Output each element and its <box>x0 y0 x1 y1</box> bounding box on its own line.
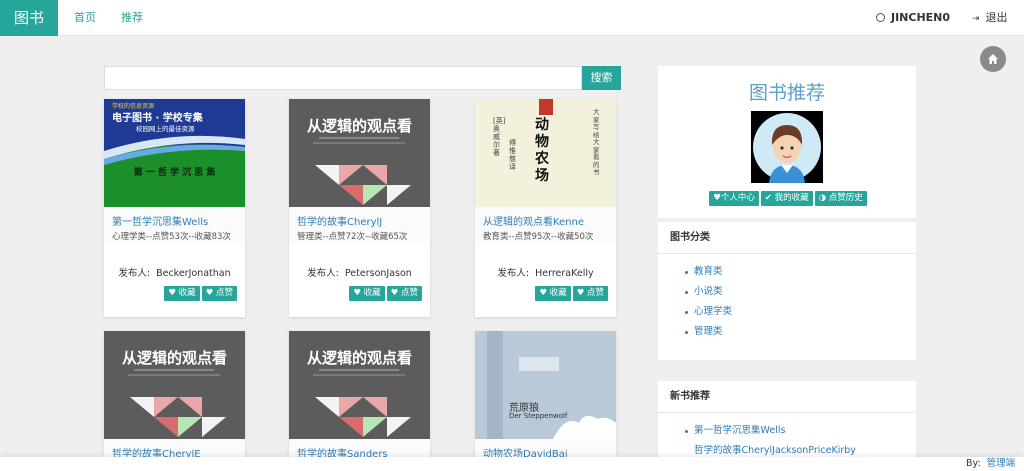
book-cover[interactable]: 从逻辑的观点看 <box>289 99 430 207</box>
book-info: 第一哲学沉思集Wells 心理学类--点赞53次--收藏83次 <box>104 207 245 242</box>
nav-home[interactable]: 首页 <box>74 0 96 36</box>
category-title: 图书分类 <box>658 222 916 254</box>
cover-band: 第 一 哲 学 沉 思 集 <box>133 168 216 178</box>
home-icon[interactable] <box>980 46 1006 72</box>
heart-icon: ♥ <box>539 288 547 298</box>
heart-icon: ♥ <box>390 288 399 298</box>
history-icon: ◑ <box>818 193 827 203</box>
book-info: 从逻辑的观点看Kenne 教育类--点赞95次--收藏50次 <box>475 207 616 242</box>
book-meta: 教育类--点赞95次--收藏50次 <box>483 232 594 242</box>
cover-title: 动物农场 <box>535 117 549 184</box>
book-card: 从逻辑的观点看 哲学的故事Sanders <box>289 331 430 471</box>
book-title[interactable]: 第一哲学沉思集Wells <box>112 213 237 228</box>
like-button[interactable]: ♥ 点赞 <box>386 286 422 301</box>
cover-author: [英] 奥威尔 著 <box>493 117 506 157</box>
user-menu[interactable]: JINCHEN0 <box>876 0 950 36</box>
heart-icon: ♥ <box>576 288 585 298</box>
logout-icon: ⇥ <box>972 14 980 24</box>
book-meta: 管理类--点赞72次--收藏65次 <box>297 232 408 242</box>
book-cover[interactable]: 从逻辑的观点看 <box>104 331 245 439</box>
category-list: 教育类 小说类 心理学类 管理类 <box>658 254 916 342</box>
recommend-title: 图书推荐 <box>748 82 825 104</box>
book-card: 从逻辑的观点看 哲学的故事CherylE <box>104 331 245 471</box>
book-card: 动物农场 [英] 奥威尔 著 傅惟慈 译 大家写给大家看的书 从逻辑的观点看Ke… <box>475 99 616 317</box>
username: JINCHEN0 <box>891 11 951 24</box>
profile-buttons: ♥个人中心 ✔ 我的收藏 ◑ 点赞历史 <box>658 189 916 206</box>
my-collection-button[interactable]: ✔ 我的收藏 <box>760 191 813 206</box>
admin-link[interactable]: 管理端 <box>987 458 1016 469</box>
book-publisher: 发布人: BeckerJonathan <box>118 268 231 279</box>
book-publisher: 发布人: HerreraKelly <box>497 268 594 279</box>
book-cover[interactable]: 动物农场 [英] 奥威尔 著 傅惟慈 译 大家写给大家看的书 <box>475 99 616 207</box>
book-cover[interactable]: 荒原狼 Der Steppenwolf <box>475 331 616 439</box>
recommend-panel: 图书推荐 ♥个人中心 ✔ 我的收藏 ◑ 点赞历史 <box>658 66 916 218</box>
cover-translator: 傅惟慈 译 <box>509 139 516 171</box>
book-actions: ♥ 收藏 ♥ 点赞 <box>347 284 422 301</box>
category-item[interactable]: 管理类 <box>685 322 916 342</box>
cover-line2: 校园网上的最佳资源 <box>136 125 195 133</box>
like-button[interactable]: ♥ 点赞 <box>201 286 237 301</box>
search-button[interactable]: 搜索 <box>582 66 621 90</box>
profile-button[interactable]: ♥个人中心 <box>709 191 759 206</box>
book-actions: ♥ 收藏 ♥ 点赞 <box>533 284 608 301</box>
book-cover[interactable]: 从逻辑的观点看 <box>289 331 430 439</box>
thumbs-up-icon: ✔ <box>764 193 772 203</box>
heart-icon: ♥ <box>168 288 176 298</box>
category-item[interactable]: 心理学类 <box>685 302 916 322</box>
heart-icon: ♥ <box>713 193 721 203</box>
book-card: 荒原狼 Der Steppenwolf 动物农场DavidBai <box>475 331 616 471</box>
new-book-item[interactable]: 第一哲学沉思集Wells <box>685 421 916 441</box>
category-item[interactable]: 教育类 <box>685 262 916 282</box>
user-icon <box>876 13 885 22</box>
footer-credit: By: 管理端 <box>966 458 1016 469</box>
footer: By: 管理端 <box>0 457 1024 471</box>
category-panel: 图书分类 教育类 小说类 心理学类 管理类 <box>658 222 916 360</box>
avatar <box>751 111 823 183</box>
cover-line1: 电子图书 · 学校专集 <box>112 113 203 124</box>
search-input[interactable] <box>104 66 582 90</box>
like-button[interactable]: ♥ 点赞 <box>572 286 608 301</box>
book-cover[interactable]: 学校的信息资源 电子图书 · 学校专集 校园网上的最佳资源 第 一 哲 学 沉 … <box>104 99 245 207</box>
book-title[interactable]: 从逻辑的观点看Kenne <box>483 213 608 228</box>
category-item[interactable]: 小说类 <box>685 282 916 302</box>
heart-icon: ♥ <box>205 288 214 298</box>
logout-label: 退出 <box>985 11 1008 24</box>
top-navbar: 图书 首页 推荐 JINCHEN0 ⇥ 退出 <box>0 0 1024 36</box>
book-publisher: 发布人: PetersonJason <box>307 268 412 279</box>
new-books-list: 第一哲学沉思集Wells 哲学的故事CherylJacksonPriceKirb… <box>658 413 916 461</box>
book-card: 从逻辑的观点看 哲学的故事CherylJ 管理类--点赞72次--收藏65次 发… <box>289 99 430 317</box>
cover-side: 大家写给大家看的书 <box>593 108 600 176</box>
nav-recommend[interactable]: 推荐 <box>121 0 143 36</box>
book-title[interactable]: 哲学的故事CherylJ <box>297 213 422 228</box>
collect-button[interactable]: ♥ 收藏 <box>535 286 571 301</box>
like-history-button[interactable]: ◑ 点赞历史 <box>814 191 867 206</box>
new-books-title: 新书推荐 <box>658 381 916 413</box>
book-info: 哲学的故事CherylJ 管理类--点赞72次--收藏65次 <box>289 207 430 242</box>
collect-button[interactable]: ♥ 收藏 <box>164 286 200 301</box>
heart-icon: ♥ <box>353 288 361 298</box>
book-actions: ♥ 收藏 ♥ 点赞 <box>162 284 237 301</box>
book-card: 学校的信息资源 电子图书 · 学校专集 校园网上的最佳资源 第 一 哲 学 沉 … <box>104 99 245 317</box>
brand-logo[interactable]: 图书 <box>0 0 58 36</box>
book-meta: 心理学类--点赞53次--收藏83次 <box>112 232 231 242</box>
logout-link[interactable]: ⇥ 退出 <box>972 0 1008 36</box>
collect-button[interactable]: ♥ 收藏 <box>349 286 385 301</box>
